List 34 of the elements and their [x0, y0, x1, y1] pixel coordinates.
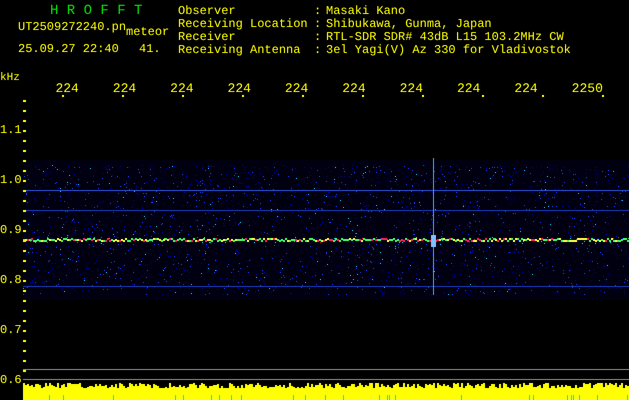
- info-value: RTL-SDR SDR# 43dB L15 103.2MHz CW: [326, 31, 564, 44]
- info-separator: :: [314, 31, 322, 44]
- axis-unit: kHz: [0, 72, 20, 84]
- x-axis-label: 224: [55, 81, 79, 96]
- app-title: H R O F F T: [49, 3, 144, 19]
- y-axis-label: 0.9: [0, 223, 22, 237]
- y-axis-label: 1.1: [0, 123, 22, 137]
- x-axis-label: 224: [170, 81, 194, 96]
- info-separator: :: [314, 5, 322, 18]
- x-axis-label: 2250: [572, 81, 603, 96]
- info-separator: :: [314, 44, 322, 57]
- info-value: Masaki Kano: [326, 5, 406, 18]
- file-value: 41.: [139, 43, 161, 56]
- info-separator: :: [314, 18, 322, 31]
- x-axis-label: 224: [514, 81, 538, 96]
- info-label: Receiving Location: [178, 18, 309, 31]
- x-axis-label: 224: [284, 81, 308, 96]
- y-axis-label: 0.8: [0, 273, 22, 287]
- file-name: UT2509272240.pn: [18, 21, 126, 34]
- x-axis-label: 224: [112, 81, 136, 96]
- y-axis-label: 1.0: [0, 173, 22, 187]
- file-tag: meteor: [126, 26, 170, 39]
- info-value: 3el Yagi(V) Az 330 for Vladivostok: [326, 44, 571, 57]
- y-axis-label: 0.6: [0, 373, 22, 387]
- info-label: Observer: [178, 5, 237, 18]
- y-axis-label: 0.7: [0, 323, 22, 337]
- x-axis-label: 224: [456, 81, 480, 96]
- info-value: Shibukawa, Gunma, Japan: [326, 18, 492, 31]
- timestamp: 25.09.27 22:40: [18, 43, 120, 56]
- info-label: Receiver: [178, 31, 237, 44]
- info-label: Receiving Antenna: [178, 44, 302, 57]
- x-axis-label: 224: [400, 81, 423, 96]
- x-axis-label: 224: [342, 81, 366, 96]
- x-axis-label: 224: [228, 81, 251, 96]
